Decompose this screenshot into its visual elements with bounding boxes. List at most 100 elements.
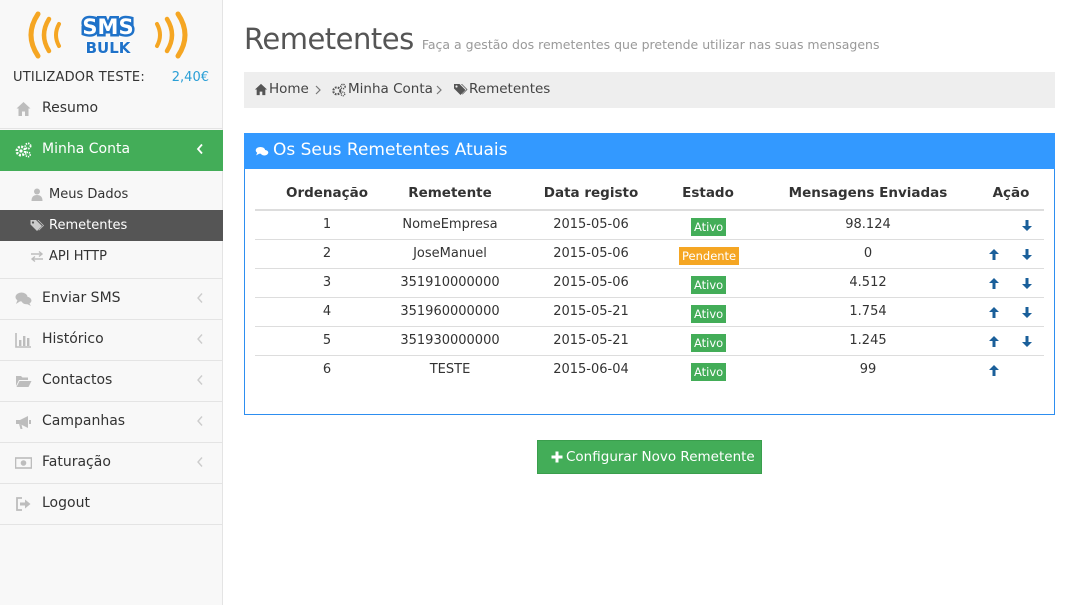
chevron-right-icon bbox=[436, 85, 442, 95]
cell-mensagens: 98.124 bbox=[845, 217, 891, 232]
col-header-mensagens[interactable]: Mensagens Enviadas bbox=[775, 185, 961, 201]
cell-ordem: 2 bbox=[322, 246, 332, 261]
arrow-down-icon[interactable] bbox=[1021, 335, 1033, 348]
sidebar: SMS BULK UTILIZADOR TESTE: 2,40€ Resumo … bbox=[0, 0, 223, 605]
status-badge: Pendente bbox=[679, 247, 740, 265]
cell-mensagens: 0 bbox=[863, 246, 873, 261]
folder-open-icon bbox=[16, 376, 32, 387]
cell-data: 2015-05-21 bbox=[553, 333, 629, 348]
chevron-left-icon bbox=[197, 334, 203, 344]
panel-title: Os Seus Remetentes Atuais bbox=[273, 140, 508, 160]
nav-item-historico[interactable]: Histórico bbox=[0, 320, 223, 361]
status-badge: Ativo bbox=[691, 305, 727, 323]
tags-icon bbox=[30, 220, 44, 231]
arrow-up-icon[interactable] bbox=[988, 364, 1000, 377]
chevron-left-icon bbox=[196, 143, 203, 155]
sms-bulk-logo[interactable]: SMS BULK bbox=[22, 8, 194, 62]
tags-icon bbox=[454, 84, 468, 95]
page-subtitle: Faça a gestão dos remetentes que pretend… bbox=[421, 37, 880, 52]
nav-item-label: Logout bbox=[42, 495, 90, 511]
chevron-left-icon bbox=[197, 293, 203, 303]
arrow-up-icon[interactable] bbox=[988, 335, 1000, 348]
nav-item-contactos[interactable]: Contactos bbox=[0, 361, 223, 402]
arrow-up-icon[interactable] bbox=[988, 306, 1000, 319]
table-row: 3 351910000000 2015-05-06 Ativo 4.512 bbox=[255, 269, 1044, 298]
chevron-right-icon bbox=[315, 85, 321, 95]
nav-item-label: Campanhas bbox=[42, 413, 126, 429]
arrow-down-icon[interactable] bbox=[1021, 277, 1033, 290]
cell-data: 2015-05-06 bbox=[553, 217, 629, 232]
cell-ordem: 5 bbox=[322, 333, 332, 348]
status-badge: Ativo bbox=[691, 334, 727, 352]
balance-value[interactable]: 2,40€ bbox=[172, 70, 209, 85]
arrow-down-icon[interactable] bbox=[1021, 306, 1033, 319]
cell-mensagens: 1.245 bbox=[849, 333, 887, 348]
cogs-icon bbox=[332, 83, 346, 97]
sidebar-subitem-meus-dados[interactable]: Meus Dados bbox=[0, 179, 223, 210]
svg-text:SMS: SMS bbox=[82, 15, 133, 39]
cell-ordem: 3 bbox=[322, 275, 332, 290]
user-balance-row: UTILIZADOR TESTE: 2,40€ bbox=[13, 70, 209, 88]
col-header-data-registo[interactable]: Data registo bbox=[536, 185, 646, 201]
page-title: Remetentes bbox=[244, 22, 414, 56]
arrow-up-icon[interactable] bbox=[988, 277, 1000, 290]
cell-data: 2015-05-06 bbox=[553, 246, 629, 261]
cell-ordem: 4 bbox=[322, 304, 332, 319]
breadcrumb: Home Minha Conta Remetentes bbox=[244, 72, 1055, 108]
panel-header: Os Seus Remetentes Atuais bbox=[244, 133, 1055, 169]
sidebar-subitem-remetentes[interactable]: Remetentes bbox=[0, 210, 223, 241]
home-icon bbox=[16, 102, 31, 116]
arrow-down-icon[interactable] bbox=[1021, 219, 1033, 232]
table-row: 1 NomeEmpresa 2015-05-06 Ativo 98.124 bbox=[255, 211, 1044, 240]
nav-item-minha-conta[interactable]: Minha Conta bbox=[0, 130, 223, 171]
exchange-icon bbox=[30, 250, 44, 263]
chevron-left-icon bbox=[197, 416, 203, 426]
cell-remetente: 351910000000 bbox=[400, 275, 500, 290]
col-header-remetente[interactable]: Remetente bbox=[395, 185, 505, 201]
nav-item-enviar-sms[interactable]: Enviar SMS bbox=[0, 279, 223, 320]
cell-data: 2015-05-21 bbox=[553, 304, 629, 319]
cell-remetente: JoseManuel bbox=[413, 246, 487, 261]
configure-new-sender-button[interactable]: Configurar Novo Remetente bbox=[537, 440, 762, 474]
nav-item-label: Histórico bbox=[42, 331, 104, 347]
table-row: 4 351960000000 2015-05-21 Ativo 1.754 bbox=[255, 298, 1044, 327]
breadcrumb-remetentes: Remetentes bbox=[469, 81, 551, 97]
plus-icon bbox=[551, 451, 563, 463]
cell-mensagens: 1.754 bbox=[849, 304, 887, 319]
sidebar-subitem-api-http[interactable]: API HTTP bbox=[0, 241, 223, 272]
cell-ordem: 6 bbox=[322, 362, 332, 377]
cell-remetente: 351930000000 bbox=[400, 333, 500, 348]
table-row: 5 351930000000 2015-05-21 Ativo 1.245 bbox=[255, 327, 1044, 356]
status-badge: Ativo bbox=[691, 218, 727, 236]
cell-data: 2015-05-06 bbox=[553, 275, 629, 290]
bar-chart-icon bbox=[15, 333, 31, 348]
arrow-down-icon[interactable] bbox=[1021, 248, 1033, 261]
nav-item-resumo[interactable]: Resumo bbox=[0, 89, 223, 129]
subitem-label: Remetentes bbox=[49, 218, 128, 233]
breadcrumb-minha-conta[interactable]: Minha Conta bbox=[348, 81, 433, 97]
nav-item-label: Resumo bbox=[42, 100, 99, 116]
svg-text:BULK: BULK bbox=[86, 39, 132, 57]
cell-mensagens: 4.512 bbox=[849, 275, 887, 290]
table-row: 2 JoseManuel 2015-05-06 Pendente 0 bbox=[255, 240, 1044, 269]
cell-mensagens: 99 bbox=[859, 362, 877, 377]
nav-item-label: Minha Conta bbox=[42, 141, 131, 157]
comments-icon bbox=[15, 292, 32, 306]
col-header-acao: Ação bbox=[992, 185, 1030, 201]
col-header-estado[interactable]: Estado bbox=[663, 185, 753, 201]
table-row: 6 TESTE 2015-06-04 Ativo 99 bbox=[255, 356, 1044, 385]
username-label: UTILIZADOR TESTE: bbox=[13, 70, 145, 85]
subitem-label: Meus Dados bbox=[49, 187, 129, 202]
nav-item-faturacao[interactable]: Faturação bbox=[0, 443, 223, 484]
status-badge: Ativo bbox=[691, 276, 727, 294]
page-header: Remetentes Faça a gestão dos remetentes … bbox=[244, 22, 879, 56]
breadcrumb-home[interactable]: Home bbox=[269, 81, 309, 97]
home-icon bbox=[254, 83, 268, 96]
comments-icon bbox=[255, 146, 269, 156]
col-header-ordenacao[interactable]: Ordenação bbox=[277, 185, 377, 201]
nav-item-logout[interactable]: Logout bbox=[0, 484, 223, 525]
button-label: Configurar Novo Remetente bbox=[566, 449, 755, 465]
nav-item-label: Contactos bbox=[42, 372, 113, 388]
nav-item-campanhas[interactable]: Campanhas bbox=[0, 402, 223, 443]
arrow-up-icon[interactable] bbox=[988, 248, 1000, 261]
